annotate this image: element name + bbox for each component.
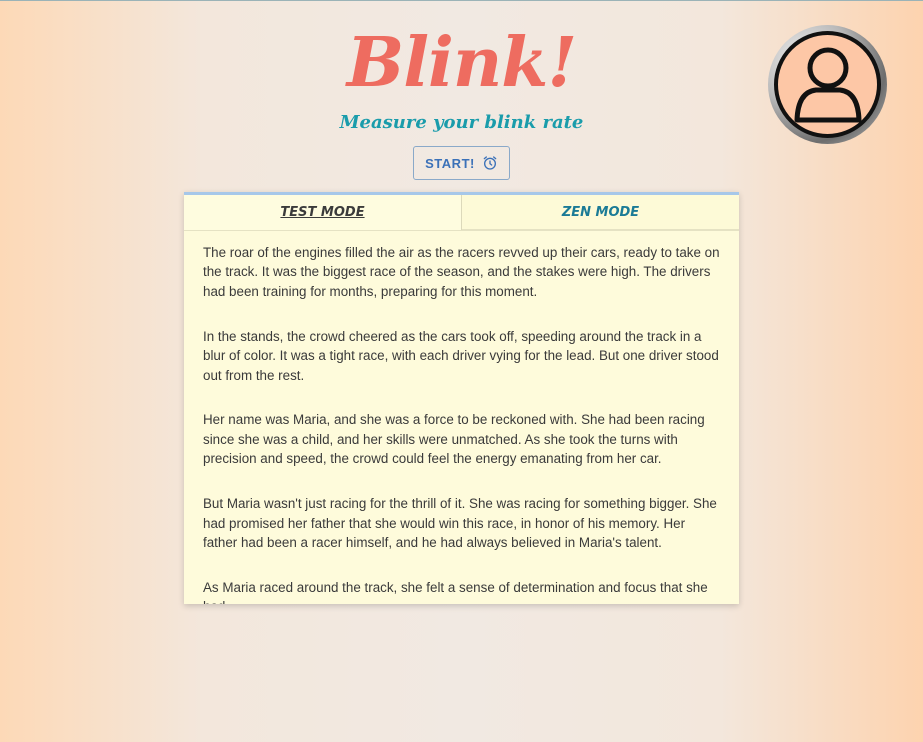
story-paragraph: Her name was Maria, and she was a force …: [203, 412, 705, 467]
story-paragraph: In the stands, the crowd cheered as the …: [203, 328, 719, 383]
start-button-label: START!: [425, 155, 475, 171]
story-paragraph: As Maria raced around the track, she fel…: [203, 579, 708, 604]
mode-tabs: TEST MODE ZEN MODE: [184, 195, 739, 231]
reading-card: TEST MODE ZEN MODE The roar of the engin…: [184, 192, 739, 604]
story-paragraph: But Maria wasn't just racing for the thr…: [203, 496, 717, 550]
tab-test-mode[interactable]: TEST MODE: [184, 195, 462, 230]
story-paragraph: The roar of the engines filled the air a…: [203, 245, 720, 299]
tab-zen-mode[interactable]: ZEN MODE: [462, 195, 739, 230]
user-avatar-button[interactable]: [768, 25, 887, 144]
start-button[interactable]: START!: [413, 146, 510, 180]
alarm-clock-icon: [483, 156, 497, 170]
story-text: The roar of the engines filled the air a…: [184, 231, 739, 604]
user-avatar-icon: [774, 31, 881, 138]
